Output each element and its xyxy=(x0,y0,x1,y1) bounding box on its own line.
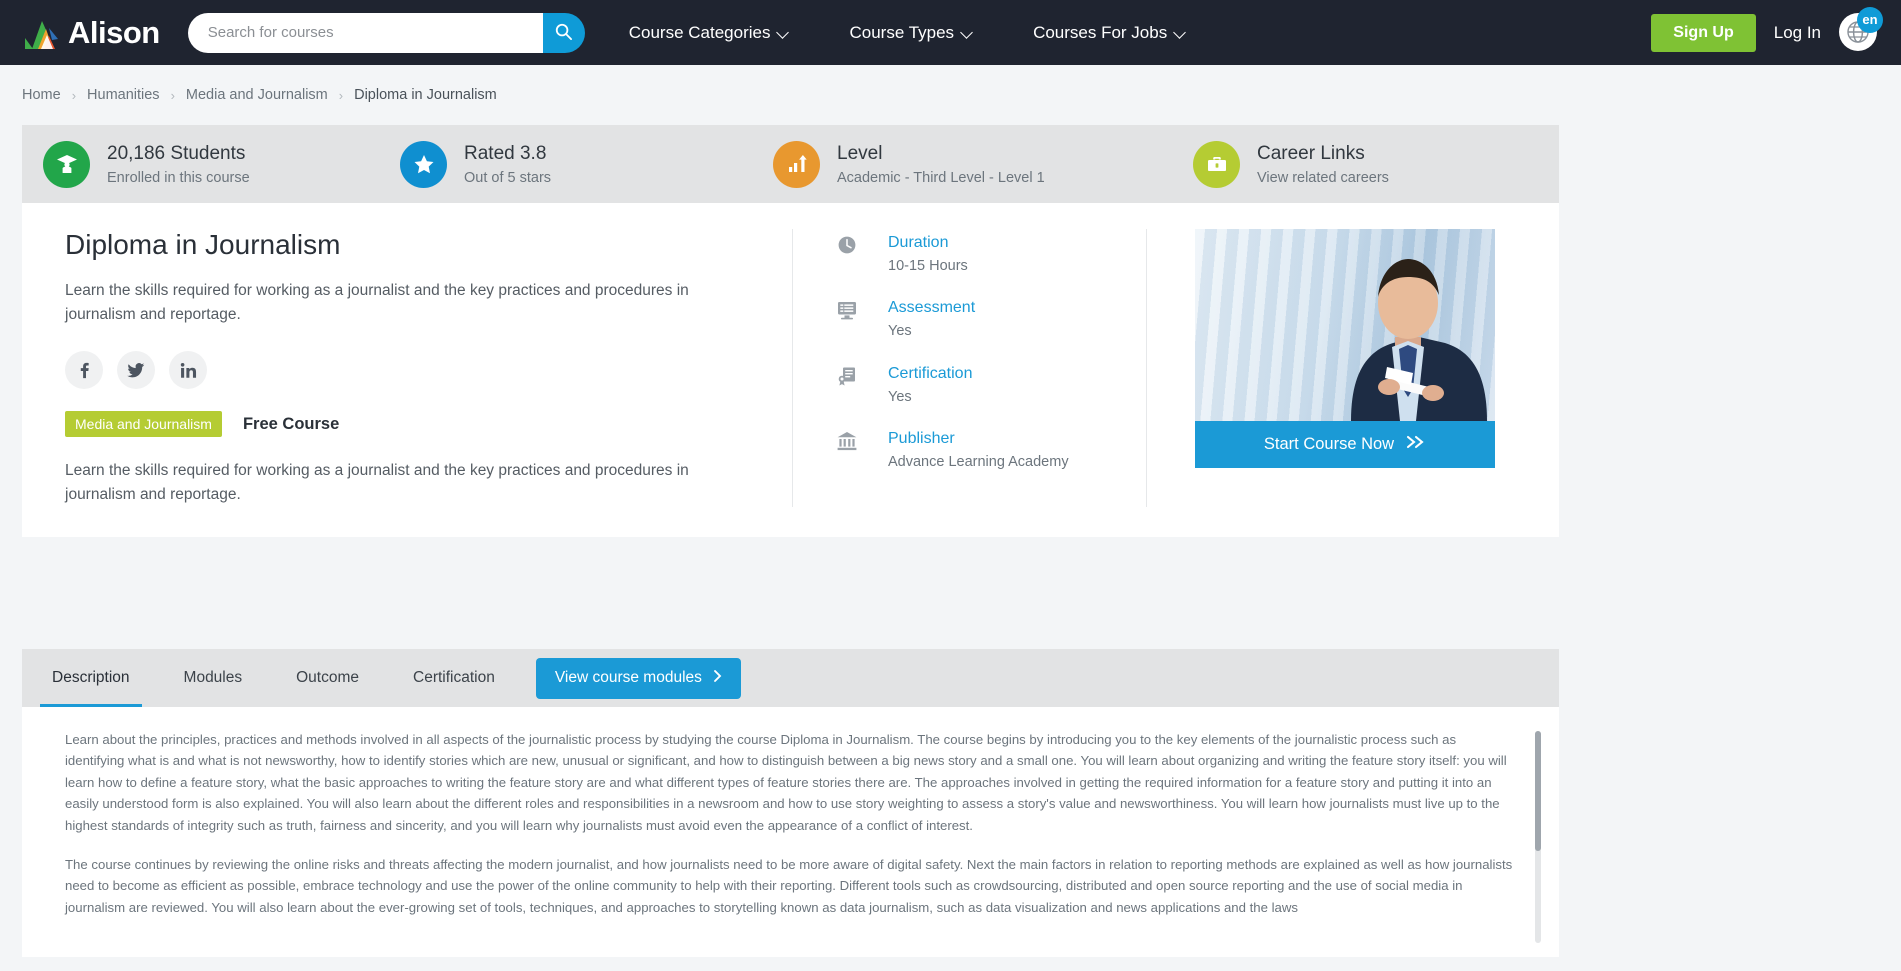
language-badge: en xyxy=(1857,7,1883,33)
detail-publisher: Publisher Advance Learning Academy xyxy=(835,430,1146,472)
twitter-icon[interactable] xyxy=(117,351,155,389)
description-paragraph-2: The course continues by reviewing the on… xyxy=(65,854,1519,918)
brand-name: Alison xyxy=(68,17,160,48)
nav-item-course-types[interactable]: Course Types xyxy=(849,23,973,43)
stat-career-links[interactable]: Career Links View related careers xyxy=(1193,141,1559,188)
course-media-column: Start Course Now xyxy=(1147,229,1559,507)
breadcrumb-item-home[interactable]: Home xyxy=(22,87,61,103)
course-stats-bar: 20,186 Students Enrolled in this course … xyxy=(22,125,1559,203)
detail-label[interactable]: Assessment xyxy=(888,299,975,317)
tab-description[interactable]: Description xyxy=(25,649,157,707)
stat-title: Level xyxy=(837,142,1045,166)
description-paragraph-1: Learn about the principles, practices an… xyxy=(65,729,1519,836)
assessment-icon xyxy=(835,299,859,341)
tab-modules[interactable]: Modules xyxy=(157,649,270,707)
nav-label: Course Categories xyxy=(629,23,771,43)
main-menu: Course Categories Course Types Courses F… xyxy=(629,23,1187,43)
breadcrumb-separator-icon: › xyxy=(72,88,76,103)
course-details-column: Duration 10-15 Hours xyxy=(792,229,1147,507)
nav-label: Courses For Jobs xyxy=(1033,23,1167,43)
tab-outcome[interactable]: Outcome xyxy=(269,649,386,707)
breadcrumb-item-media-and-journalism[interactable]: Media and Journalism xyxy=(186,87,328,103)
stat-level: Level Academic - Third Level - Level 1 xyxy=(773,141,1193,188)
search-icon xyxy=(554,22,573,44)
bank-icon xyxy=(835,430,859,472)
detail-value: Advance Learning Academy xyxy=(888,453,1069,472)
certificate-icon xyxy=(835,365,859,407)
facebook-icon[interactable] xyxy=(65,351,103,389)
stat-title: Career Links xyxy=(1257,142,1389,166)
view-course-modules-label: View course modules xyxy=(555,669,702,687)
course-summary: Learn the skills required for working as… xyxy=(65,459,725,507)
start-course-label: Start Course Now xyxy=(1264,435,1394,454)
panel-scrollbar[interactable] xyxy=(1535,731,1541,943)
graduate-icon xyxy=(43,141,90,188)
detail-label[interactable]: Certification xyxy=(888,365,972,383)
bar-chart-icon xyxy=(773,141,820,188)
chevron-down-icon xyxy=(1175,27,1186,38)
course-tag-row: Media and Journalism Free Course xyxy=(65,411,762,437)
log-in-link[interactable]: Log In xyxy=(1774,23,1821,43)
star-icon xyxy=(400,141,447,188)
stat-title: Rated 3.8 xyxy=(464,142,551,166)
stat-rating: Rated 3.8 Out of 5 stars xyxy=(400,141,773,188)
stat-sub: Academic - Third Level - Level 1 xyxy=(837,170,1045,186)
stat-sub: Out of 5 stars xyxy=(464,170,551,186)
chevron-down-icon xyxy=(778,27,789,38)
category-tag[interactable]: Media and Journalism xyxy=(65,411,222,437)
brand-logo[interactable]: Alison xyxy=(22,16,160,50)
nav-label: Course Types xyxy=(849,23,954,43)
page-content: 20,186 Students Enrolled in this course … xyxy=(22,125,1559,957)
search-button[interactable] xyxy=(543,13,585,53)
linkedin-icon[interactable] xyxy=(169,351,207,389)
page-title: Diploma in Journalism xyxy=(65,229,762,261)
course-summary-column: Diploma in Journalism Learn the skills r… xyxy=(22,229,792,507)
detail-value: Yes xyxy=(888,388,972,407)
course-overview-card: Diploma in Journalism Learn the skills r… xyxy=(22,203,1559,537)
course-lede: Learn the skills required for working as… xyxy=(65,279,725,327)
search-input[interactable] xyxy=(188,13,543,53)
tab-certification[interactable]: Certification xyxy=(386,649,522,707)
stat-title: 20,186 Students xyxy=(107,142,250,166)
account-actions: Sign Up Log In en xyxy=(1651,13,1879,53)
chevron-right-icon xyxy=(713,669,722,688)
breadcrumb-item-current: Diploma in Journalism xyxy=(354,87,497,103)
stat-sub: View related careers xyxy=(1257,170,1389,186)
breadcrumb-item-humanities[interactable]: Humanities xyxy=(87,87,160,103)
alison-logo-icon xyxy=(22,16,62,50)
top-navigation-bar: Alison Course Categories Course Types Co… xyxy=(0,0,1901,65)
detail-label[interactable]: Duration xyxy=(888,234,968,252)
stat-students: 20,186 Students Enrolled in this course xyxy=(22,141,400,188)
course-content-tabs: Description Modules Outcome Certificatio… xyxy=(22,649,1559,957)
sign-up-button[interactable]: Sign Up xyxy=(1651,14,1755,52)
price-label: Free Course xyxy=(243,415,339,434)
chevron-down-icon xyxy=(962,27,973,38)
detail-certification: Certification Yes xyxy=(835,365,1146,407)
breadcrumb-separator-icon: › xyxy=(171,88,175,103)
nav-item-courses-for-jobs[interactable]: Courses For Jobs xyxy=(1033,23,1186,43)
view-course-modules-button[interactable]: View course modules xyxy=(536,658,741,699)
breadcrumb-separator-icon: › xyxy=(339,88,343,103)
course-thumbnail xyxy=(1195,229,1495,421)
detail-value: 10-15 Hours xyxy=(888,257,968,276)
journalist-photo-illustration xyxy=(1329,241,1487,421)
search-bar xyxy=(188,13,585,53)
start-course-button[interactable]: Start Course Now xyxy=(1195,421,1495,468)
detail-assessment: Assessment Yes xyxy=(835,299,1146,341)
briefcase-icon xyxy=(1193,141,1240,188)
breadcrumb: Home › Humanities › Media and Journalism… xyxy=(0,65,1901,103)
nav-item-course-categories[interactable]: Course Categories xyxy=(629,23,790,43)
social-share-buttons xyxy=(65,351,762,389)
clock-icon xyxy=(835,234,859,276)
detail-label[interactable]: Publisher xyxy=(888,430,1069,448)
double-chevron-right-icon xyxy=(1405,435,1426,454)
detail-value: Yes xyxy=(888,322,975,341)
stat-sub: Enrolled in this course xyxy=(107,170,250,186)
detail-duration: Duration 10-15 Hours xyxy=(835,234,1146,276)
tab-bar: Description Modules Outcome Certificatio… xyxy=(22,649,1559,707)
language-selector[interactable]: en xyxy=(1839,13,1879,53)
description-panel: Learn about the principles, practices an… xyxy=(22,707,1559,957)
